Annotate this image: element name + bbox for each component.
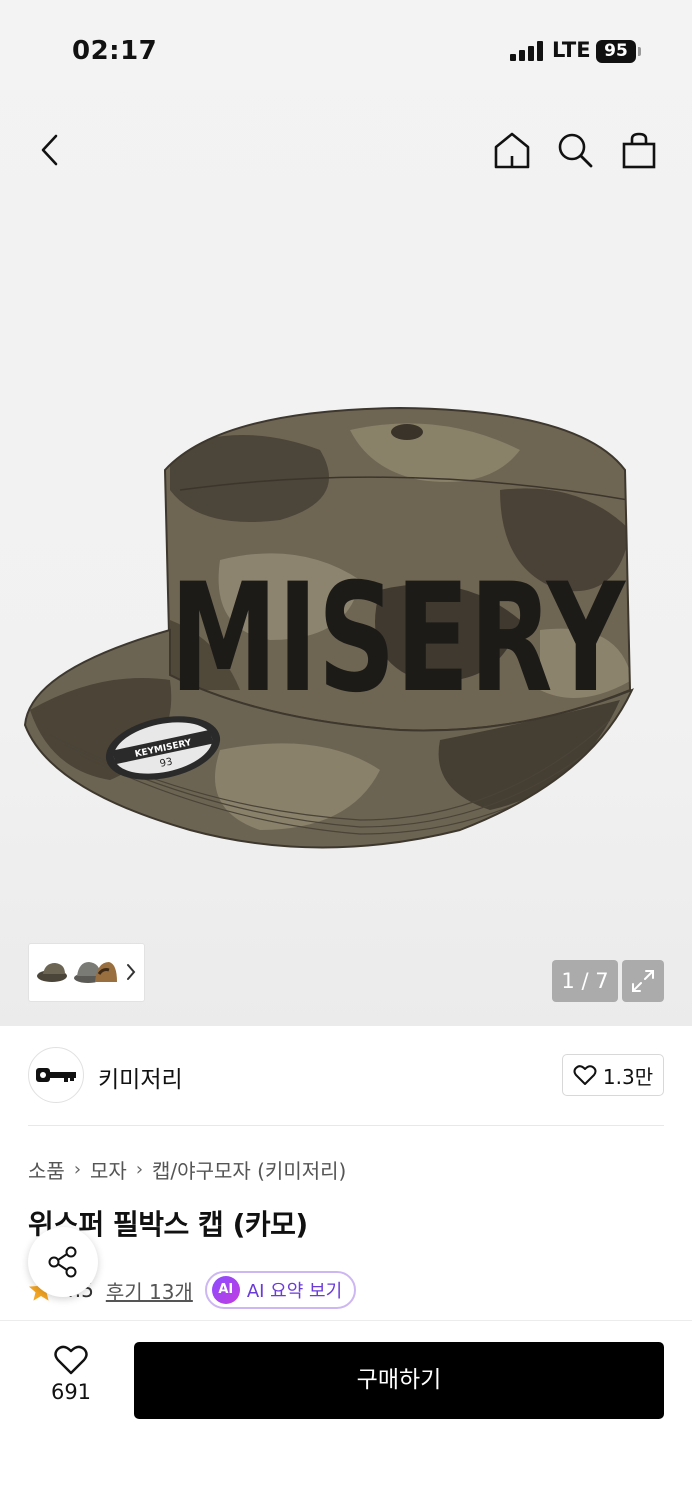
expand-icon bbox=[632, 970, 654, 992]
ai-badge-icon: AI bbox=[211, 1276, 240, 1304]
home-icon bbox=[494, 132, 530, 169]
back-icon bbox=[41, 134, 58, 166]
signal-icon bbox=[510, 41, 544, 61]
brand-like-count: 1.3만 bbox=[602, 1064, 654, 1089]
share-button[interactable] bbox=[28, 1227, 98, 1297]
thumbnail-strip[interactable] bbox=[28, 943, 145, 1002]
status-bar: 02:17 LTE 95 bbox=[0, 0, 692, 100]
brand-name[interactable]: 키미저리 bbox=[98, 1060, 183, 1094]
network-type: LTE bbox=[552, 38, 591, 62]
breadcrumb: 소품 › 모자 › 캡/야구모자 (키미저리) bbox=[28, 1155, 346, 1184]
search-button[interactable] bbox=[551, 126, 599, 174]
wishlist-count: 691 bbox=[50, 1380, 92, 1404]
ai-summary-button[interactable]: AI AI 요약 보기 bbox=[204, 1271, 357, 1309]
brand-logo[interactable] bbox=[28, 1047, 84, 1103]
cart-button[interactable] bbox=[615, 126, 663, 174]
status-time: 02:17 bbox=[72, 36, 158, 66]
key-icon bbox=[36, 1068, 76, 1082]
home-button[interactable] bbox=[488, 126, 536, 174]
ai-summary-label: AI 요약 보기 bbox=[246, 1281, 343, 1302]
chevron-right-icon: › bbox=[73, 1159, 82, 1180]
buy-button[interactable]: 구매하기 bbox=[134, 1342, 664, 1419]
reviews-link[interactable]: 후기 13개 bbox=[106, 1276, 193, 1305]
bag-icon bbox=[622, 132, 656, 169]
brand-like-button[interactable]: 1.3만 bbox=[562, 1054, 664, 1096]
product-image[interactable]: MISERY KEYMISERY 93 bbox=[20, 390, 660, 860]
image-counter: 1 / 7 bbox=[552, 960, 618, 1002]
share-icon bbox=[48, 1246, 77, 1278]
hat-embroidery: MISERY bbox=[170, 552, 627, 726]
chevron-right-icon[interactable] bbox=[125, 962, 137, 982]
battery-tip bbox=[638, 47, 641, 56]
back-button[interactable] bbox=[26, 126, 74, 174]
chevron-right-icon: › bbox=[135, 1159, 144, 1180]
breadcrumb-item[interactable]: 캡/야구모자 (키미저리) bbox=[152, 1155, 346, 1184]
thumbnail-3[interactable] bbox=[93, 954, 119, 990]
breadcrumb-item[interactable]: 모자 bbox=[90, 1155, 127, 1184]
divider bbox=[28, 1125, 664, 1126]
expand-button[interactable] bbox=[622, 960, 664, 1002]
wishlist-button[interactable]: 691 bbox=[38, 1344, 104, 1414]
thumbnail-1[interactable] bbox=[35, 954, 69, 990]
breadcrumb-item[interactable]: 소품 bbox=[28, 1155, 65, 1184]
heart-icon bbox=[573, 1065, 597, 1085]
battery-icon: 95 bbox=[596, 40, 636, 63]
heart-icon bbox=[54, 1345, 88, 1375]
search-icon bbox=[558, 133, 593, 168]
